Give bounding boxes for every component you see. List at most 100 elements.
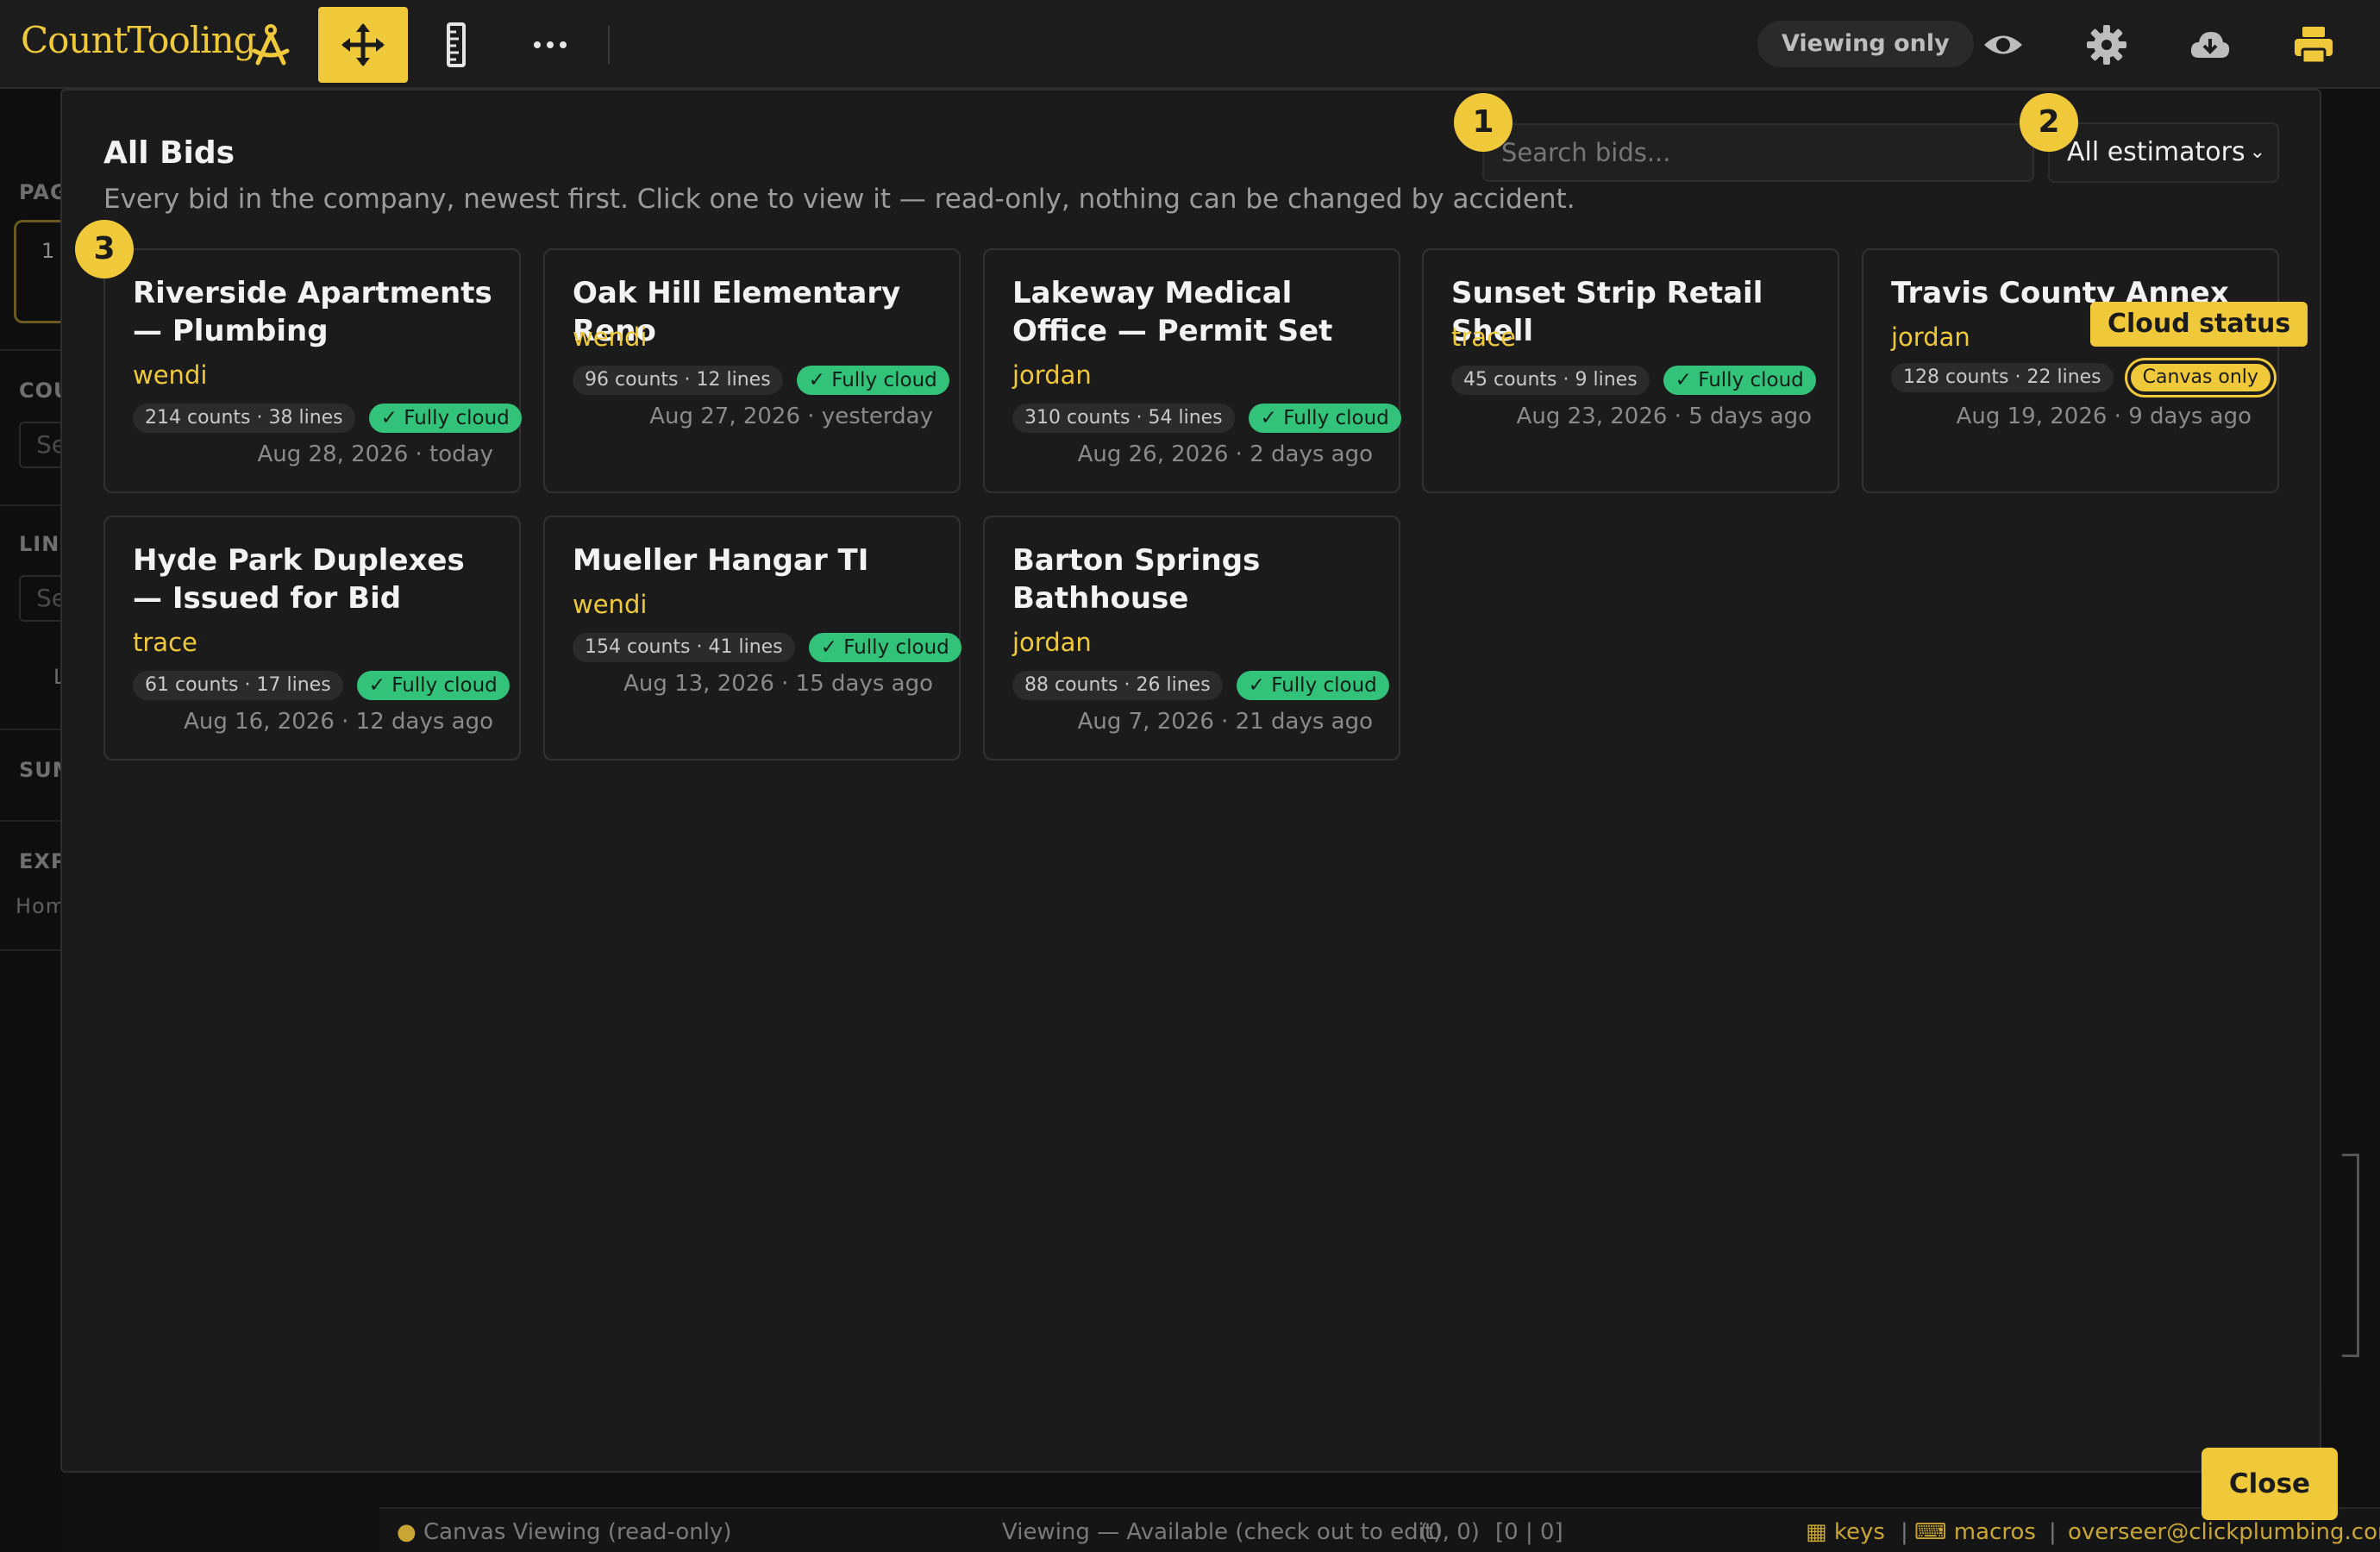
close-button[interactable]: Close [2202, 1448, 2338, 1520]
all-bids-modal: All Bids Every bid in the company, newes… [60, 89, 2338, 1520]
move-tool-button[interactable] [318, 7, 408, 83]
cloud-download-button[interactable] [2183, 17, 2238, 72]
bid-date: Aug 27, 2026 · yesterday [649, 404, 933, 429]
keys-link[interactable]: ▦ keys [1806, 1519, 1885, 1545]
bid-estimator: wendi [133, 360, 208, 390]
side-divider [0, 820, 62, 822]
search-bids-input[interactable] [1482, 123, 2034, 182]
more-icon [534, 41, 567, 48]
status-availability: Viewing — Available (check out to edit) [1002, 1519, 1443, 1545]
macros-link[interactable]: ⌨ macros [1914, 1519, 2036, 1545]
cloud-status-tooltip: Cloud status [2090, 302, 2308, 347]
bid-card[interactable]: Oak Hill Elementary Reno wendi 96 counts… [543, 248, 961, 493]
cloud-status-badge: ✓ Fully cloud [356, 671, 510, 700]
bid-title: Mueller Hangar TI [573, 543, 869, 578]
bid-card[interactable]: Hyde Park Duplexes — Issued for Bid trac… [103, 516, 521, 760]
compass-tool-button[interactable] [226, 7, 316, 83]
modal-subtitle: Every bid in the company, newest first. … [103, 184, 1575, 215]
bid-title: Hyde Park Duplexes — Issued for Bid [133, 543, 465, 616]
cloud-status-badge: ✓ Fully cloud [1663, 366, 1816, 395]
cloud-status-badge: ✓ Fully cloud [796, 366, 949, 395]
canvas-edge [2321, 91, 2380, 1388]
bid-meta: 154 counts · 41 lines ✓ Fully cloud [573, 633, 961, 662]
cloud-download-icon [2190, 32, 2230, 58]
toolbar-divider [608, 26, 610, 64]
bid-counts-badge: 96 counts · 12 lines [573, 366, 783, 395]
bid-card[interactable]: Barton Springs Bathhouse jordan 88 count… [983, 516, 1400, 760]
more-tools-button[interactable] [505, 7, 595, 83]
gear-icon [2087, 25, 2126, 65]
bid-meta: 310 counts · 54 lines ✓ Fully cloud [1012, 404, 1401, 433]
cloud-status-badge: ✓ Fully cloud [1248, 404, 1401, 433]
bid-estimator: wendi [573, 322, 648, 352]
cloud-status-badge: Canvas only [2126, 360, 2274, 395]
estimator-filter-select[interactable]: All estimators ⌄ [2048, 122, 2279, 183]
lines-search-input[interactable]: Se [19, 575, 66, 622]
step-badge-3: 3 [75, 220, 134, 278]
bid-estimator: trace [133, 628, 197, 657]
bid-date: Aug 7, 2026 · 21 days ago [1077, 709, 1373, 735]
cloud-status-badge: ✓ Fully cloud [368, 404, 522, 433]
viewing-only-badge: Viewing only [1757, 21, 1974, 67]
status-grid: [0 | 0] [1495, 1519, 1563, 1545]
user-email[interactable]: overseer@clickplumbing.com [2068, 1519, 2380, 1545]
bid-date: Aug 26, 2026 · 2 days ago [1077, 441, 1373, 467]
move-tool-icon [341, 23, 385, 66]
page-thumbnail[interactable] [14, 220, 62, 323]
cloud-status-badge: ✓ Fully cloud [1236, 671, 1389, 700]
eye-icon [1984, 35, 2022, 54]
bid-title: Riverside Apartments — Plumbing [133, 276, 492, 348]
compass-tool-icon [252, 24, 290, 66]
view-toggle-button[interactable] [1976, 17, 2031, 72]
side-home-label: Hom [16, 894, 67, 918]
bid-meta: 88 counts · 26 lines ✓ Fully cloud [1012, 671, 1389, 700]
bid-card[interactable]: Riverside Apartments — Plumbing wendi 21… [103, 248, 522, 493]
bid-card[interactable]: Sunset Strip Retail Shell trace 45 count… [1422, 248, 1839, 493]
print-icon [2295, 27, 2333, 65]
bid-meta: 61 counts · 17 lines ✓ Fully cloud [133, 671, 510, 700]
side-divider [0, 949, 62, 951]
cloud-status-badge: ✓ Fully cloud [808, 633, 961, 662]
counts-search-input[interactable]: Se [19, 422, 66, 468]
bid-counts-badge: 45 counts · 9 lines [1451, 366, 1650, 395]
status-mode: ● Canvas Viewing (read-only) [397, 1519, 732, 1545]
bid-title: Barton Springs Bathhouse [1012, 543, 1261, 616]
bid-meta: 96 counts · 12 lines ✓ Fully cloud [573, 366, 949, 395]
ruler-tool-button[interactable] [411, 7, 501, 83]
bid-counts-badge: 214 counts · 38 lines [133, 404, 355, 433]
app-logo: CountTooling [21, 19, 257, 61]
bid-meta: 214 counts · 38 lines ✓ Fully cloud [133, 404, 522, 433]
bid-estimator: jordan [1891, 322, 1970, 352]
status-bar: ● Canvas Viewing (read-only) Viewing — A… [379, 1507, 2380, 1552]
bid-estimator: wendi [573, 590, 648, 619]
step-badge-1: 1 [1454, 93, 1513, 152]
ruler-tool-icon [447, 22, 466, 67]
bid-counts-badge: 88 counts · 26 lines [1012, 671, 1223, 700]
bid-estimator: trace [1451, 322, 1516, 352]
canvas-frame [2342, 1154, 2359, 1357]
bid-counts-badge: 128 counts · 22 lines [1891, 363, 2114, 392]
bid-card[interactable]: Travis County Annex jordan 128 counts · … [1862, 248, 2279, 493]
top-toolbar: CountTooling Viewing only [0, 0, 2380, 89]
bid-counts-badge: 310 counts · 54 lines [1012, 404, 1235, 433]
modal-title: All Bids [103, 135, 235, 171]
chevron-down-icon: ⌄ [2249, 141, 2265, 163]
left-side-panel: PAG 1 COU Se LINE Se L SUM EXP Hom [0, 91, 74, 1552]
print-button[interactable] [2286, 17, 2341, 72]
bid-title: Lakeway Medical Office — Permit Set [1012, 276, 1333, 348]
bid-date: Aug 13, 2026 · 15 days ago [623, 671, 933, 697]
status-coords: (0, 0) [1419, 1519, 1480, 1545]
bid-date: Aug 28, 2026 · today [257, 441, 493, 467]
step-badge-2: 2 [2020, 93, 2078, 152]
bid-estimator: jordan [1012, 360, 1092, 390]
bid-estimator: jordan [1012, 628, 1092, 657]
side-divider [0, 349, 62, 351]
settings-button[interactable] [2079, 17, 2134, 72]
bid-date: Aug 19, 2026 · 9 days ago [1956, 404, 2252, 429]
bid-card[interactable]: Mueller Hangar TI wendi 154 counts · 41 … [543, 516, 961, 760]
side-divider [0, 729, 62, 730]
bid-counts-badge: 61 counts · 17 lines [133, 671, 343, 700]
bid-meta: 45 counts · 9 lines ✓ Fully cloud [1451, 366, 1816, 395]
bid-date: Aug 16, 2026 · 12 days ago [184, 709, 493, 735]
bid-card[interactable]: Lakeway Medical Office — Permit Set jord… [983, 248, 1401, 493]
